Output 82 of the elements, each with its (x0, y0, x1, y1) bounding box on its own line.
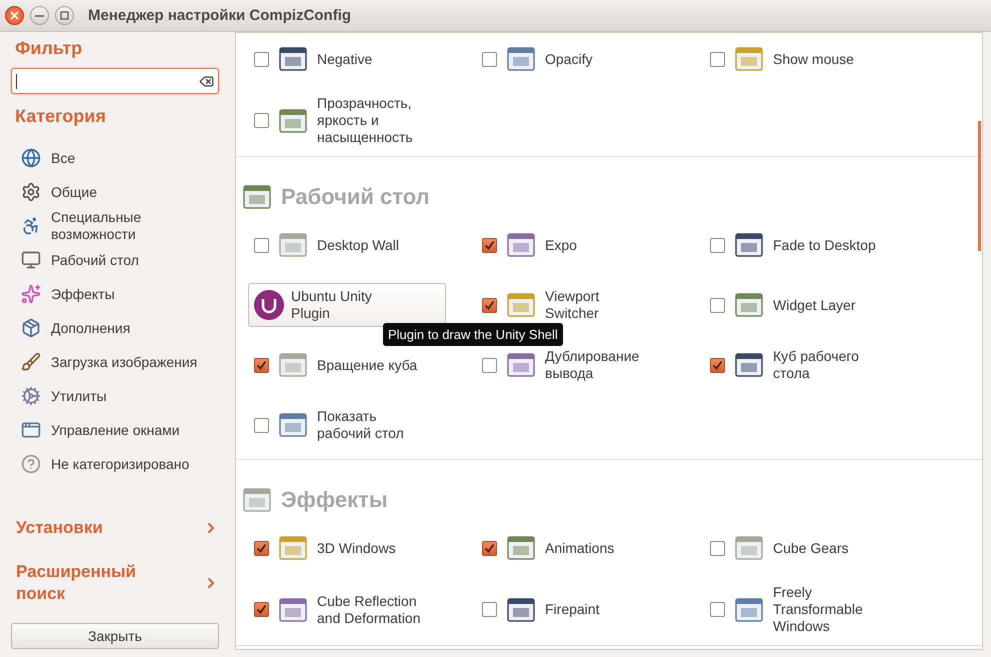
checkbox[interactable] (482, 602, 497, 617)
plugin-label: Viewport Switcher (545, 288, 600, 322)
checkbox[interactable] (710, 358, 725, 372)
plugin-label: Cube Gears (773, 540, 848, 556)
category-heading: Категория (14, 106, 107, 127)
group-title: Эффекты (281, 487, 388, 513)
plugin-label: Negative (317, 50, 372, 68)
checkbox[interactable] (254, 358, 269, 372)
plugin-label: Дублирование вывода (545, 348, 640, 382)
category-icon (21, 454, 41, 474)
checkbox[interactable] (254, 418, 269, 432)
window-title: Менеджер настройки CompizConfig (88, 7, 352, 24)
checkbox[interactable] (254, 540, 269, 556)
filter-field[interactable] (11, 68, 219, 94)
category-item[interactable]: Общие (11, 175, 219, 209)
plugin-label: Show mouse (773, 50, 854, 68)
checkbox[interactable] (254, 238, 269, 252)
checkbox[interactable] (710, 602, 725, 617)
checkbox[interactable] (710, 52, 725, 66)
check-icon (256, 542, 267, 554)
check-icon (256, 360, 267, 370)
category-item[interactable]: Не категоризировано (11, 447, 219, 481)
check-icon (712, 360, 723, 370)
category-item[interactable]: Дополнения (11, 311, 219, 345)
plugin-button[interactable]: Ubuntu Unity Plugin (248, 283, 446, 327)
maximize-icon (60, 11, 69, 20)
category-icon (21, 318, 41, 338)
check-icon (256, 604, 267, 615)
checkbox[interactable] (254, 113, 269, 128)
tooltip: Plugin to draw the Unity Shell (383, 323, 563, 346)
group-title: Рабочий стол (281, 184, 430, 210)
checkbox[interactable] (710, 298, 725, 312)
close-icon (10, 11, 19, 20)
plugin-label: Куб рабочего стола (773, 348, 859, 382)
category-icon (21, 420, 41, 440)
close-dialog-button[interactable]: Закрыть (11, 623, 219, 649)
category-item[interactable]: Все (11, 141, 219, 175)
checkbox[interactable] (710, 540, 725, 556)
plugin-label: Desktop Wall (317, 236, 399, 254)
checkbox[interactable] (482, 358, 497, 372)
checkbox[interactable] (482, 540, 497, 556)
close-button[interactable] (5, 6, 24, 25)
filter-heading: Фильтр (14, 38, 84, 59)
plugin-label: Показать рабочий стол (317, 408, 404, 442)
category-item[interactable]: Рабочий стол (11, 243, 219, 277)
plugin-label: Expo (545, 236, 577, 254)
plugin-label: Opacify (545, 50, 592, 68)
category-icon (21, 182, 41, 202)
plugin-label: Cube Reflection and Deformation (317, 592, 421, 626)
category-icon (21, 352, 41, 372)
check-icon (484, 300, 495, 310)
checkbox[interactable] (482, 298, 497, 312)
minimize-button[interactable] (30, 6, 49, 25)
plugin-label: Fade to Desktop (773, 236, 876, 254)
plugin-label: Прозрачность, яркость и насыщенность (317, 95, 413, 146)
check-icon (484, 240, 495, 250)
clear-icon[interactable] (199, 74, 214, 88)
maximize-button[interactable] (55, 6, 74, 25)
check-icon (484, 542, 495, 554)
category-item[interactable]: Специальные возможности (11, 209, 219, 243)
checkbox[interactable] (482, 52, 497, 66)
minimize-icon (35, 14, 44, 16)
checkbox[interactable] (254, 602, 269, 617)
plugin-label: Animations (545, 540, 614, 556)
checkbox[interactable] (254, 52, 269, 66)
plugin-label: 3D Windows (317, 540, 396, 556)
category-item[interactable]: Управление окнами (11, 413, 219, 447)
category-icon (21, 386, 41, 406)
category-icon (21, 250, 41, 270)
category-item[interactable]: Загрузка изображения (11, 345, 219, 379)
category-icon (21, 148, 41, 168)
category-item[interactable]: Утилиты (11, 379, 219, 413)
plugin-label: Вращение куба (317, 356, 418, 374)
checkbox[interactable] (482, 238, 497, 252)
plugin-label: Freely Transformable Windows (773, 584, 863, 635)
plugin-label: Firepaint (545, 601, 600, 618)
scrollbar[interactable] (978, 121, 981, 251)
checkbox[interactable] (710, 238, 725, 252)
category-icon (21, 284, 41, 304)
plugin-label: Widget Layer (773, 296, 856, 314)
category-item[interactable]: Эффекты (11, 277, 219, 311)
circle-logo-icon (253, 289, 285, 321)
